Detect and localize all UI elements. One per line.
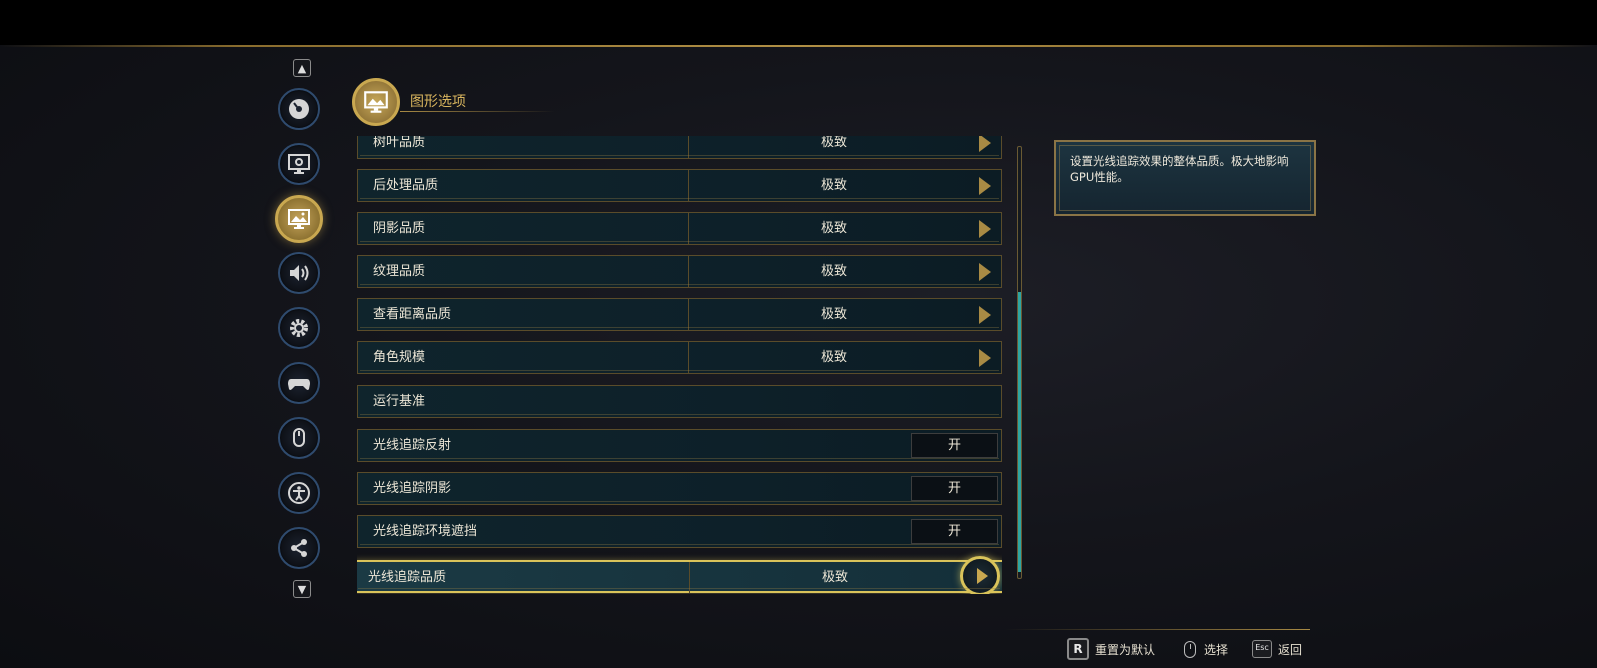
reset-default-button[interactable]: R 重置为默认 [1067, 638, 1155, 660]
monitor-image-icon [364, 91, 388, 113]
arrow-right-icon[interactable] [979, 177, 991, 195]
gamepad-icon [288, 379, 310, 390]
nav-graphics-icon[interactable] [275, 195, 323, 243]
nav-gear-icon[interactable] [278, 307, 320, 349]
disc-icon [289, 99, 309, 119]
arrow-right-icon[interactable] [979, 263, 991, 281]
nav-accessibility-icon[interactable] [278, 472, 320, 514]
toggle-button[interactable]: 开 [911, 519, 998, 544]
nav-down-arrow-icon[interactable]: ▼ [293, 580, 311, 598]
setting-row-shadow-quality[interactable]: 阴影品质 极致 [357, 212, 1002, 245]
setting-row-run-benchmark[interactable]: 运行基准 [357, 385, 1002, 418]
nav-speaker-icon[interactable] [278, 252, 320, 294]
toggle-button[interactable]: 开 [911, 476, 998, 501]
nav-up-arrow-icon[interactable]: ▲ [293, 59, 311, 77]
mouse-icon [293, 428, 305, 447]
arrow-right-icon[interactable] [979, 306, 991, 324]
setting-value: 极致 [820, 264, 847, 279]
arrow-right-icon[interactable] [979, 349, 991, 367]
setting-row-view-distance-quality[interactable]: 查看距离品质 极致 [357, 298, 1002, 331]
setting-row-rt-quality[interactable]: 光线追踪品质 极致 [357, 556, 1002, 594]
setting-value: 极致 [820, 178, 847, 193]
footer-line [1005, 629, 1310, 630]
setting-label: 运行基准 [373, 394, 426, 409]
description-panel: 设置光线追踪效果的整体品质。极大地影响GPU性能。 [1054, 140, 1316, 216]
speaker-icon [290, 265, 309, 281]
reset-label: 重置为默认 [1095, 642, 1156, 657]
nav-mouse-icon[interactable] [278, 417, 320, 459]
mouse-icon [1184, 640, 1196, 658]
select-hint[interactable]: 选择 [1184, 638, 1228, 660]
setting-value: 极致 [820, 136, 847, 150]
setting-label: 树叶品质 [373, 136, 426, 150]
setting-value: 极致 [820, 221, 847, 236]
monitor-gear-icon [288, 154, 310, 174]
description-text: 设置光线追踪效果的整体品质。极大地影响GPU性能。 [1070, 154, 1289, 184]
setting-label: 光线追踪阴影 [373, 481, 452, 496]
monitor-image-icon [288, 209, 310, 229]
setting-label: 后处理品质 [373, 178, 439, 193]
arrow-right-icon[interactable] [979, 220, 991, 238]
scrollbar-thumb[interactable] [1018, 292, 1021, 572]
select-label: 选择 [1204, 642, 1229, 657]
setting-row-population-quality[interactable]: 角色规模 极致 [357, 341, 1002, 374]
gear-icon [290, 319, 308, 337]
nav-gamepad-icon[interactable] [278, 362, 320, 404]
setting-label: 角色规模 [373, 350, 426, 365]
setting-row-rt-ambient-occlusion[interactable]: 光线追踪环境遮挡 开 [357, 515, 1002, 548]
arrow-right-icon[interactable] [960, 556, 1000, 594]
toggle-button[interactable]: 开 [911, 433, 998, 458]
setting-label: 纹理品质 [373, 264, 426, 279]
setting-label: 阴影品质 [373, 221, 426, 236]
r-key-icon: R [1067, 638, 1089, 660]
nav-disc-icon[interactable] [278, 88, 320, 130]
share-network-icon [291, 539, 307, 557]
header-graphics-badge [352, 78, 400, 126]
nav-monitor-gear-icon[interactable] [278, 143, 320, 185]
setting-row-texture-quality[interactable]: 纹理品质 极致 [357, 255, 1002, 288]
header-underline [400, 111, 555, 112]
nav-share-network-icon[interactable] [278, 527, 320, 569]
setting-label: 光线追踪反射 [373, 438, 452, 453]
top-letterbox [0, 0, 1597, 45]
setting-row-post-processing-quality[interactable]: 后处理品质 极致 [357, 169, 1002, 202]
arrow-right-icon[interactable] [979, 136, 991, 152]
setting-value: 极致 [820, 350, 847, 365]
setting-row-rt-reflections[interactable]: 光线追踪反射 开 [357, 429, 1002, 462]
page-title: 图形选项 [410, 94, 466, 110]
setting-label: 光线追踪品质 [368, 570, 447, 585]
setting-label: 查看距离品质 [373, 307, 452, 322]
setting-row-foliage-quality[interactable]: 树叶品质 极致 [357, 136, 1002, 159]
setting-label: 光线追踪环境遮挡 [373, 524, 478, 539]
setting-value: 极致 [821, 570, 848, 585]
top-gold-line [0, 45, 1597, 47]
settings-list: 树叶品质 极致 后处理品质 极致 阴影品质 极致 纹理品质 极致 查看距离品质 … [357, 136, 1002, 594]
setting-row-rt-shadows[interactable]: 光线追踪阴影 开 [357, 472, 1002, 505]
accessibility-icon [288, 482, 310, 504]
esc-key-icon: Esc [1252, 640, 1272, 658]
back-button[interactable]: Esc 返回 [1252, 638, 1302, 660]
back-label: 返回 [1278, 642, 1303, 657]
setting-value: 极致 [820, 307, 847, 322]
